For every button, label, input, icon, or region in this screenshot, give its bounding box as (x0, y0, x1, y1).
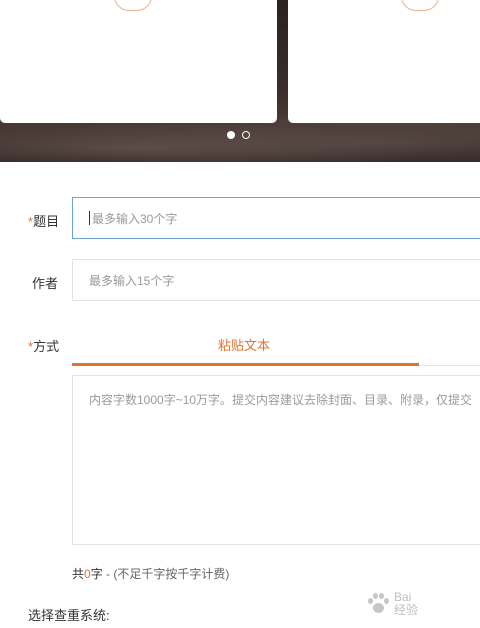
decorative-ornament (114, 0, 152, 11)
count-suffix: 字 (90, 567, 103, 581)
paw-icon (366, 592, 390, 616)
method-label: *方式 (28, 336, 59, 355)
carousel-card[interactable] (0, 0, 277, 123)
content-textarea[interactable]: 内容字数1000字~10万字。提交内容建议去除封面、目录、附录，仅提交 (72, 375, 480, 545)
method-label-text: 方式 (33, 339, 60, 354)
count-value: 0 (84, 567, 91, 581)
decorative-ornament (401, 0, 439, 11)
count-separator: - (102, 567, 114, 581)
count-note: (不足千字按千字计费) (113, 567, 230, 581)
title-label: *题目 (28, 211, 59, 230)
hero-banner (0, 0, 480, 162)
author-input[interactable]: 最多输入15个字 (72, 259, 480, 301)
carousel-dot-active[interactable] (227, 131, 235, 139)
word-count: 共0字 - (不足千字按千字计费) (72, 565, 229, 582)
title-placeholder: 最多输入30个字 (92, 211, 178, 226)
tab-paste-text[interactable]: 粘贴文本 (218, 335, 270, 354)
content-placeholder: 内容字数1000字~10万字。提交内容建议去除封面、目录、附录，仅提交 (89, 393, 473, 407)
text-caret (89, 211, 90, 225)
title-input[interactable]: 最多输入30个字 (72, 197, 480, 239)
title-label-text: 题目 (33, 214, 60, 229)
system-select-label: 选择查重系统: (28, 608, 110, 623)
author-label: 作者 (32, 276, 59, 291)
watermark-text: 经验 (394, 603, 419, 617)
carousel-dot[interactable] (242, 131, 250, 139)
count-prefix: 共 (72, 567, 85, 581)
carousel-pagination (227, 131, 250, 139)
watermark: Bai 经验 (366, 586, 476, 622)
tab-active-indicator (72, 363, 419, 366)
author-placeholder: 最多输入15个字 (89, 273, 175, 288)
carousel-card[interactable] (288, 0, 480, 123)
